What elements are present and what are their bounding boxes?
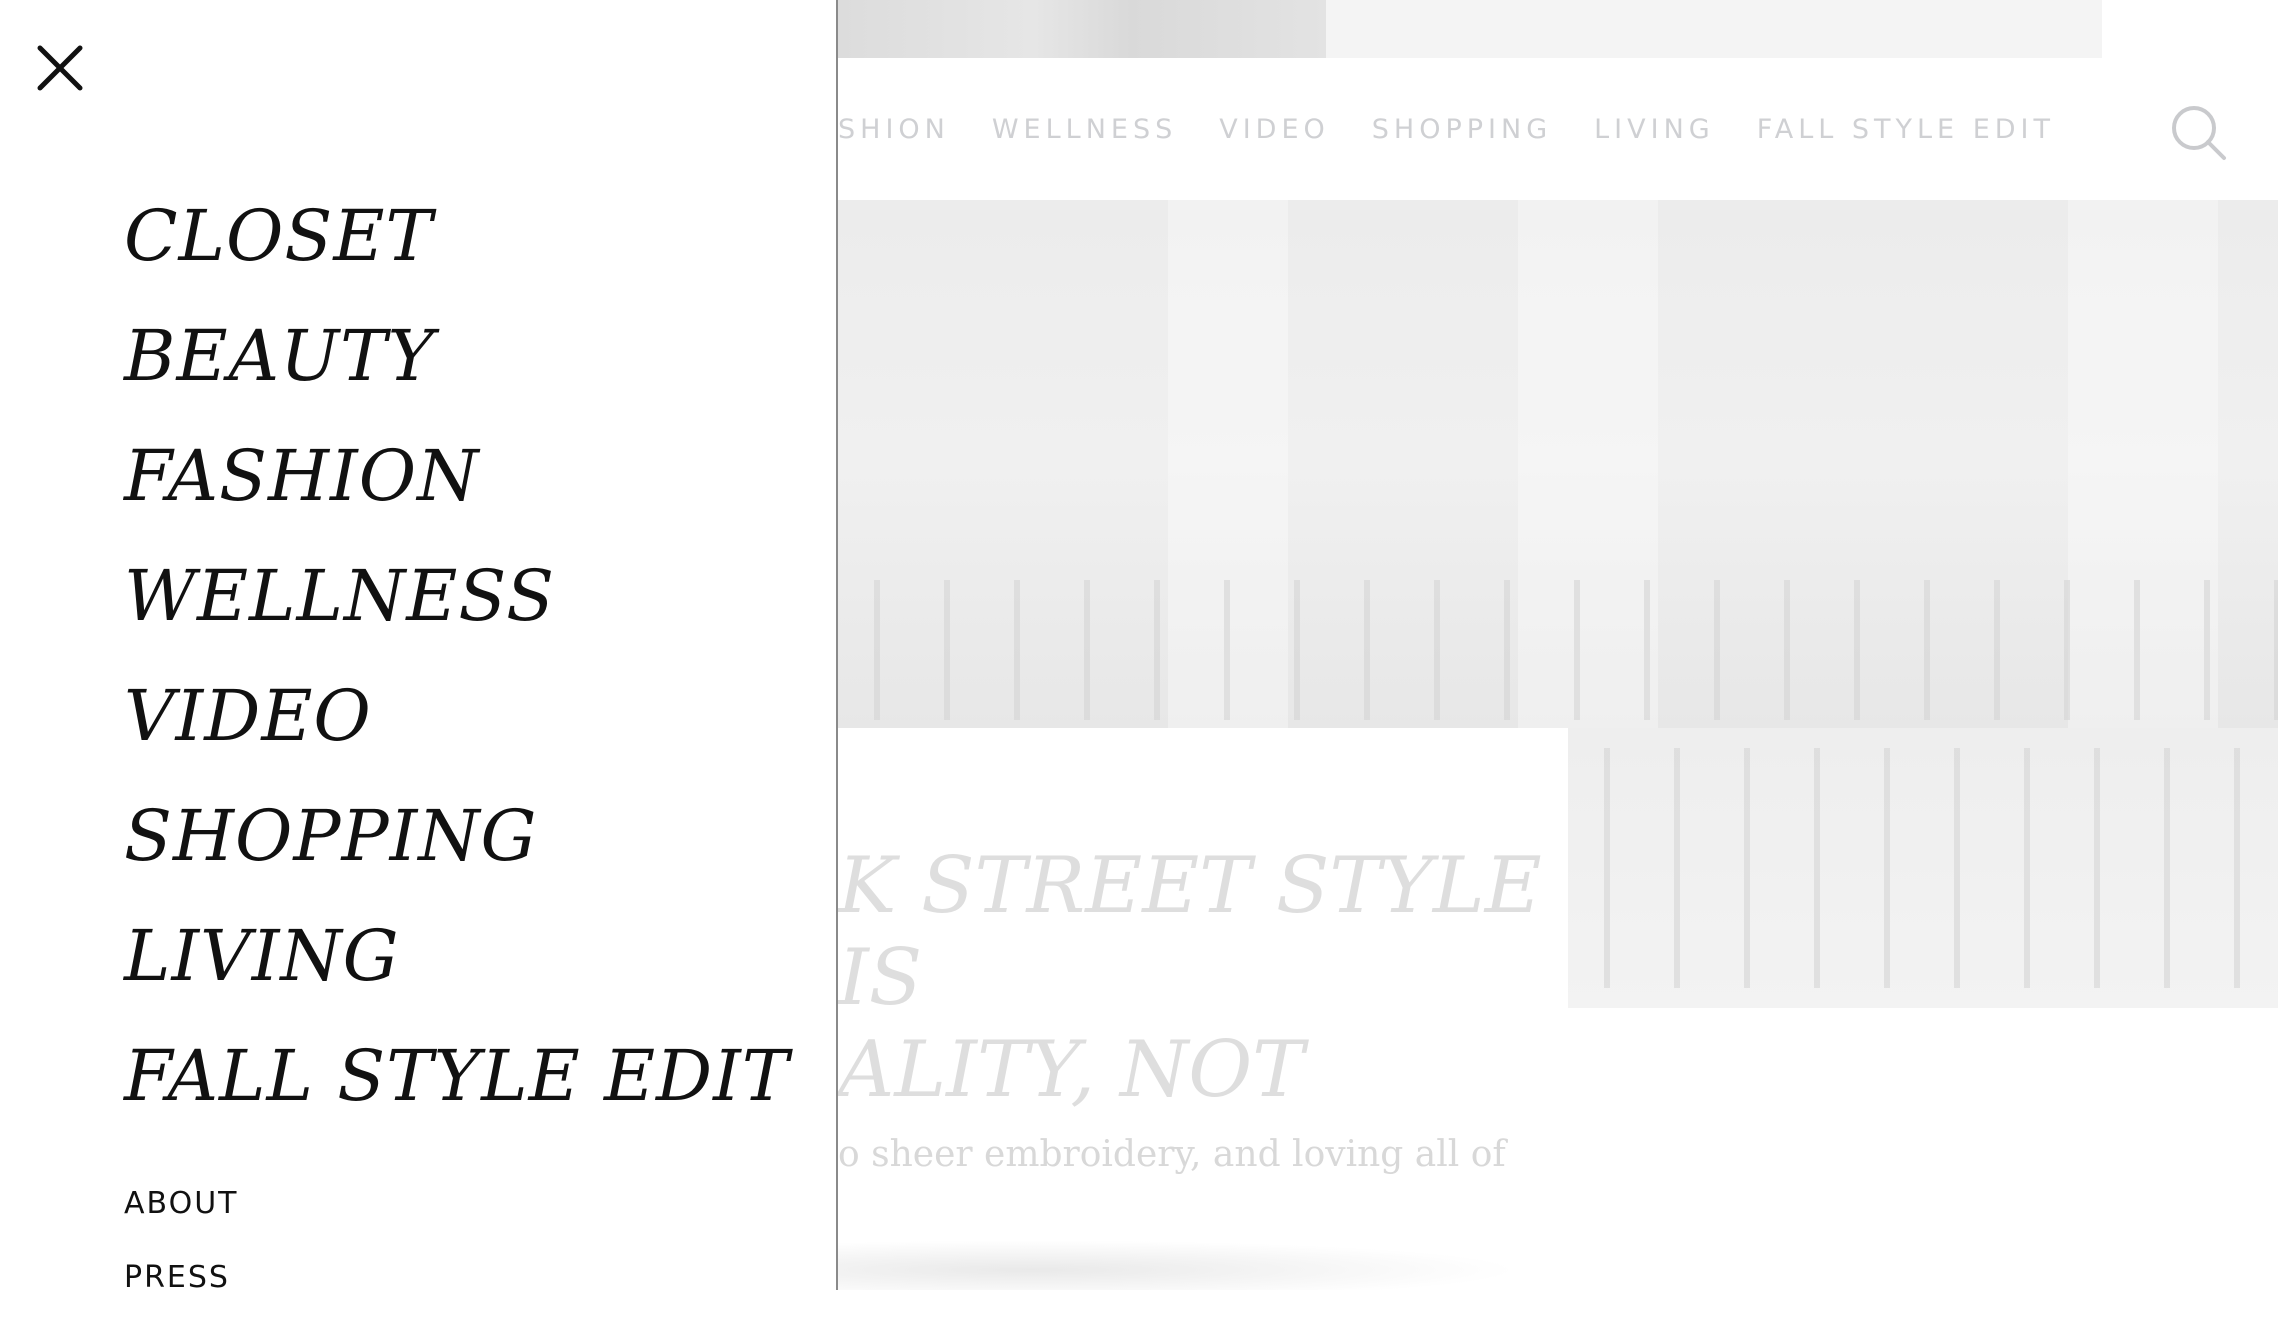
top-banner-strip bbox=[1326, 0, 2102, 58]
article-title[interactable]: K STREET STYLE IS ALITY, NOT bbox=[838, 840, 1598, 1116]
top-navigation: SHION WELLNESS VIDEO SHOPPING LIVING FAL… bbox=[838, 104, 2097, 154]
hero-image-lower bbox=[1568, 728, 2278, 1008]
top-nav-item-living[interactable]: LIVING bbox=[1594, 114, 1715, 145]
menu-item-beauty[interactable]: BEAUTY bbox=[124, 296, 790, 416]
secondary-menu: ABOUT PRESS bbox=[124, 1184, 238, 1332]
top-banner-image bbox=[838, 0, 1326, 58]
article-excerpt: o sheer embroidery, and loving all of bbox=[838, 1134, 1506, 1175]
menu-item-fall-style-edit[interactable]: FALL STYLE EDIT bbox=[124, 1016, 790, 1136]
menu-item-closet[interactable]: CLOSET bbox=[124, 176, 790, 296]
main-menu: CLOSET BEAUTY FASHION WELLNESS VIDEO SHO… bbox=[124, 176, 790, 1136]
hero-image bbox=[838, 200, 2278, 728]
top-nav-item-video[interactable]: VIDEO bbox=[1219, 114, 1330, 145]
menu-item-living[interactable]: LIVING bbox=[124, 896, 790, 1016]
menu-item-fashion[interactable]: FASHION bbox=[124, 416, 790, 536]
top-nav-item-fashion[interactable]: SHION bbox=[838, 114, 950, 145]
menu-item-press[interactable]: PRESS bbox=[124, 1258, 238, 1332]
top-nav-item-fall-style-edit[interactable]: FALL STYLE EDIT bbox=[1757, 114, 2055, 145]
top-nav-item-shopping[interactable]: SHOPPING bbox=[1372, 114, 1552, 145]
close-icon[interactable] bbox=[34, 42, 86, 94]
side-menu-panel: CLOSET BEAUTY FASHION WELLNESS VIDEO SHO… bbox=[0, 0, 838, 1295]
menu-item-shopping[interactable]: SHOPPING bbox=[124, 776, 790, 896]
search-icon[interactable] bbox=[2170, 104, 2228, 162]
top-nav-item-wellness[interactable]: WELLNESS bbox=[992, 114, 1177, 145]
menu-item-video[interactable]: VIDEO bbox=[124, 656, 790, 776]
menu-item-about[interactable]: ABOUT bbox=[124, 1184, 238, 1258]
menu-item-wellness[interactable]: WELLNESS bbox=[124, 536, 790, 656]
